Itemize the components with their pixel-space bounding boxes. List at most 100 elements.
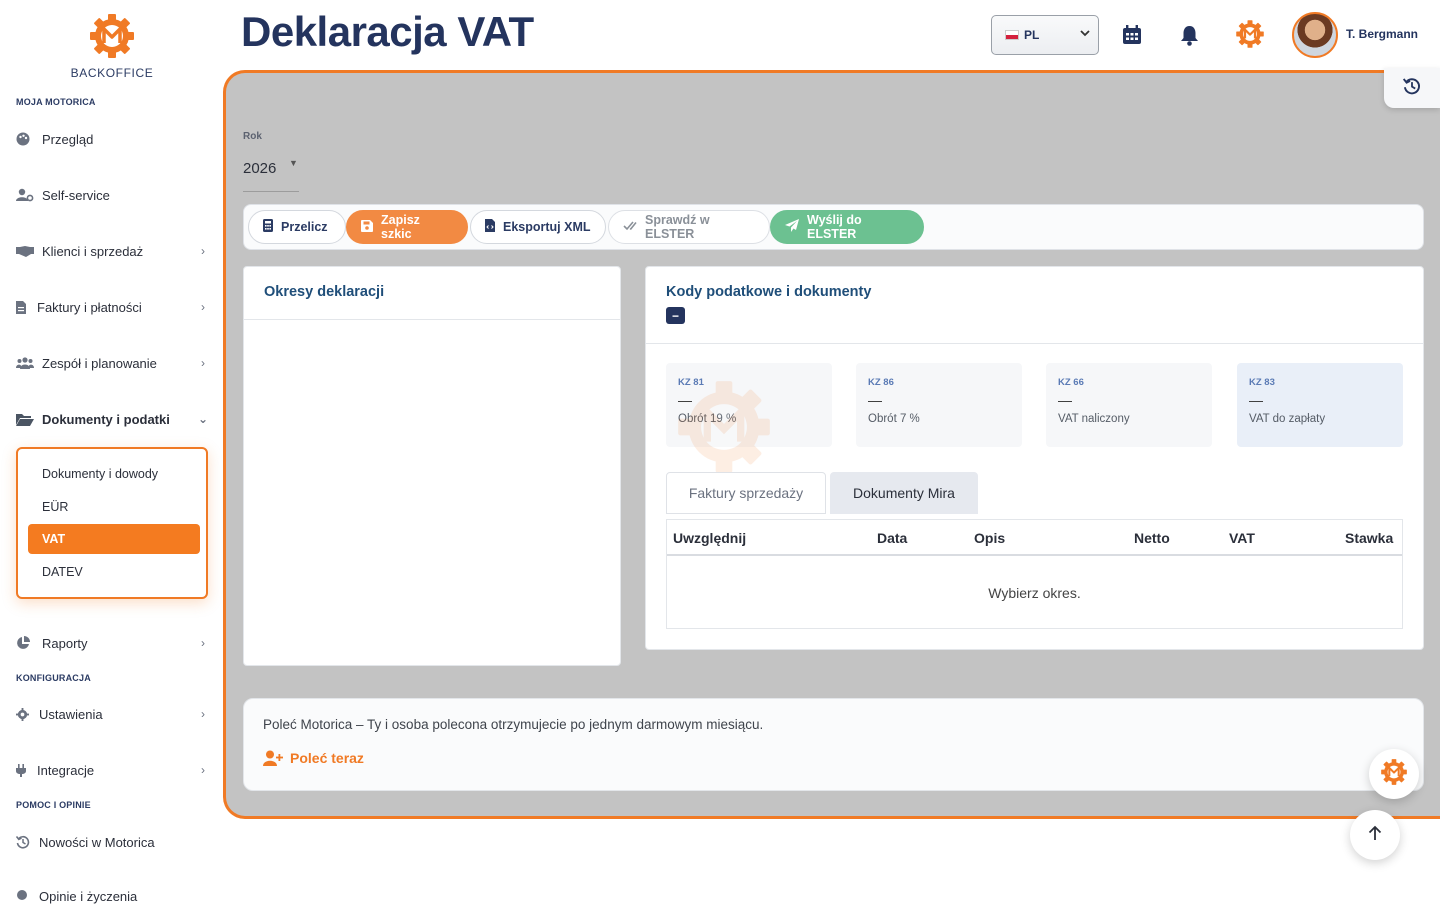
sidebar-item-dokumenty[interactable]: Dokumenty i podatki ⌄ bbox=[16, 408, 210, 430]
send-elster-button[interactable]: Wyślij do ELSTER bbox=[770, 210, 924, 244]
sidebar-item-self-service[interactable]: Self-service bbox=[16, 184, 210, 206]
periods-card: Okresy deklaracji bbox=[243, 266, 621, 666]
column-header[interactable]: Uwzględnij bbox=[673, 520, 746, 555]
year-select[interactable]: 2026 ▼ bbox=[243, 152, 299, 192]
referral-link[interactable]: Poleć teraz bbox=[263, 750, 364, 766]
chevron-right-icon: › bbox=[201, 244, 205, 258]
sidebar-item-nowosci[interactable]: Nowości w Motorica bbox=[16, 831, 210, 853]
kz-card-83: KZ 83 — VAT do zapłaty bbox=[1237, 363, 1403, 447]
motorica-watermark-icon bbox=[678, 381, 770, 473]
documents-table: Uwzględnij Data Opis Netto VAT Stawka Wy… bbox=[666, 519, 1403, 629]
action-toolbar: Przelicz Zapisz szkic Eksportuj XML Spra… bbox=[243, 204, 1424, 250]
sidebar-item-label: Ustawienia bbox=[39, 706, 103, 722]
plug-icon bbox=[16, 763, 29, 777]
export-xml-button[interactable]: Eksportuj XML bbox=[470, 210, 606, 244]
scroll-to-top-button[interactable] bbox=[1350, 810, 1400, 860]
calendar-icon[interactable] bbox=[1120, 22, 1144, 48]
history-button[interactable] bbox=[1384, 68, 1440, 108]
file-code-icon bbox=[485, 219, 495, 235]
avatar[interactable] bbox=[1292, 12, 1338, 58]
column-header[interactable]: Netto bbox=[1134, 520, 1170, 555]
folder-open-icon bbox=[16, 412, 34, 426]
brand-label: BACKOFFICE bbox=[70, 66, 154, 80]
motorica-assistant-icon[interactable] bbox=[1235, 19, 1265, 49]
bell-icon[interactable] bbox=[1177, 22, 1201, 48]
sidebar-item-label: Faktury i płatności bbox=[37, 299, 142, 315]
year-label: Rok bbox=[243, 131, 262, 142]
divider bbox=[667, 554, 1402, 556]
comment-icon bbox=[16, 889, 31, 903]
periods-title: Okresy deklaracji bbox=[264, 284, 385, 300]
arrow-up-icon bbox=[1368, 825, 1382, 846]
sidebar-item-label: Integracje bbox=[37, 762, 95, 778]
sidebar-item-faktury[interactable]: Faktury i płatności › bbox=[16, 296, 210, 318]
section-title-konfig: KONFIGURACJA bbox=[16, 673, 91, 683]
assistant-fab[interactable] bbox=[1369, 749, 1419, 799]
sidebar-item-label: Opinie i życzenia bbox=[39, 888, 138, 904]
tax-codes-title: Kody podatkowe i dokumenty bbox=[666, 284, 872, 300]
divider bbox=[244, 319, 620, 320]
column-header[interactable]: Opis bbox=[974, 520, 1005, 555]
referral-link-label: Poleć teraz bbox=[290, 750, 364, 766]
motorica-logo[interactable] bbox=[88, 12, 136, 60]
poland-flag-icon bbox=[1005, 30, 1019, 40]
sidebar-item-label: Zespół i planowanie bbox=[42, 355, 157, 371]
kz-value: — bbox=[1058, 392, 1072, 408]
sidebar-item-label: Raporty bbox=[42, 635, 88, 651]
sidebar-item-klienci[interactable]: Klienci i sprzedaż › bbox=[16, 240, 210, 262]
sidebar-item-label: Self-service bbox=[42, 187, 110, 203]
check-elster-label: Sprawdź w ELSTER bbox=[645, 213, 710, 241]
section-title-pomoc: POMOC I OPINIE bbox=[16, 800, 91, 810]
sidebar-item-label: Przegląd bbox=[42, 131, 94, 147]
tax-codes-card: Kody podatkowe i dokumenty − KZ 81 — Obr… bbox=[645, 266, 1424, 650]
sidebar-item-label: Dokumenty i podatki bbox=[42, 411, 170, 427]
referral-card: Poleć Motorica – Ty i osoba polecona otr… bbox=[243, 698, 1424, 791]
tab-dokumenty-mira[interactable]: Dokumenty Mira bbox=[830, 472, 978, 514]
chevron-right-icon: › bbox=[201, 300, 205, 314]
kz-card-81: KZ 81 — Obrót 19 % bbox=[666, 363, 832, 473]
collapse-button[interactable]: − bbox=[666, 307, 685, 324]
users-icon bbox=[16, 356, 34, 370]
chevron-right-icon: › bbox=[201, 636, 205, 650]
user-name[interactable]: T. Bergmann bbox=[1346, 27, 1418, 41]
language-value: PL bbox=[1024, 28, 1040, 42]
pie-chart-icon bbox=[16, 636, 34, 650]
check-elster-button[interactable]: Sprawdź w ELSTER bbox=[608, 210, 770, 244]
submenu-item-vat[interactable]: VAT bbox=[28, 524, 200, 554]
sidebar-item-integracje[interactable]: Integracje › bbox=[16, 759, 210, 781]
send-elster-label: Wyślij do ELSTER bbox=[807, 213, 862, 241]
tab-faktury-sprzedazy[interactable]: Faktury sprzedaży bbox=[666, 472, 826, 514]
recalculate-button[interactable]: Przelicz bbox=[248, 210, 346, 244]
chevron-down-icon: ⌄ bbox=[197, 412, 209, 426]
page-title: Deklaracja VAT bbox=[241, 8, 534, 55]
kz-description: VAT naliczony bbox=[1058, 413, 1130, 425]
submenu-item-datev[interactable]: DATEV bbox=[28, 557, 200, 587]
floppy-disk-icon bbox=[361, 219, 373, 235]
sidebar-item-label: Klienci i sprzedaż bbox=[42, 243, 144, 259]
kz-code: KZ 83 bbox=[1249, 377, 1275, 388]
kz-code: KZ 66 bbox=[1058, 377, 1084, 388]
save-draft-button[interactable]: Zapisz szkic bbox=[346, 210, 468, 244]
kz-value: — bbox=[868, 392, 882, 408]
submenu-item-dowody[interactable]: Dokumenty i dowody bbox=[28, 459, 200, 489]
export-xml-label: Eksportuj XML bbox=[503, 220, 591, 234]
gear-icon bbox=[16, 707, 31, 721]
chevron-right-icon: › bbox=[201, 707, 205, 721]
sidebar-item-przeglad[interactable]: Przegląd bbox=[16, 128, 210, 150]
kz-card-86: KZ 86 — Obrót 7 % bbox=[856, 363, 1022, 447]
year-value: 2026 bbox=[243, 160, 277, 177]
palette-icon bbox=[16, 132, 34, 146]
submenu-item-eur[interactable]: EÜR bbox=[28, 492, 200, 522]
motorica-icon bbox=[1380, 758, 1408, 791]
sidebar-item-zespol[interactable]: Zespół i planowanie › bbox=[16, 352, 210, 374]
column-header[interactable]: VAT bbox=[1229, 520, 1255, 555]
column-header[interactable]: Stawka bbox=[1345, 520, 1393, 555]
language-select[interactable]: PL bbox=[991, 15, 1099, 55]
column-header[interactable]: Data bbox=[877, 520, 907, 555]
history-icon bbox=[16, 835, 31, 849]
sidebar-item-ustawienia[interactable]: Ustawienia › bbox=[16, 703, 210, 725]
recalculate-label: Przelicz bbox=[281, 220, 328, 234]
sidebar-item-opinie[interactable]: Opinie i życzenia bbox=[16, 885, 210, 907]
sidebar-item-raporty[interactable]: Raporty › bbox=[16, 632, 210, 654]
kz-description: Obrót 7 % bbox=[868, 413, 920, 425]
